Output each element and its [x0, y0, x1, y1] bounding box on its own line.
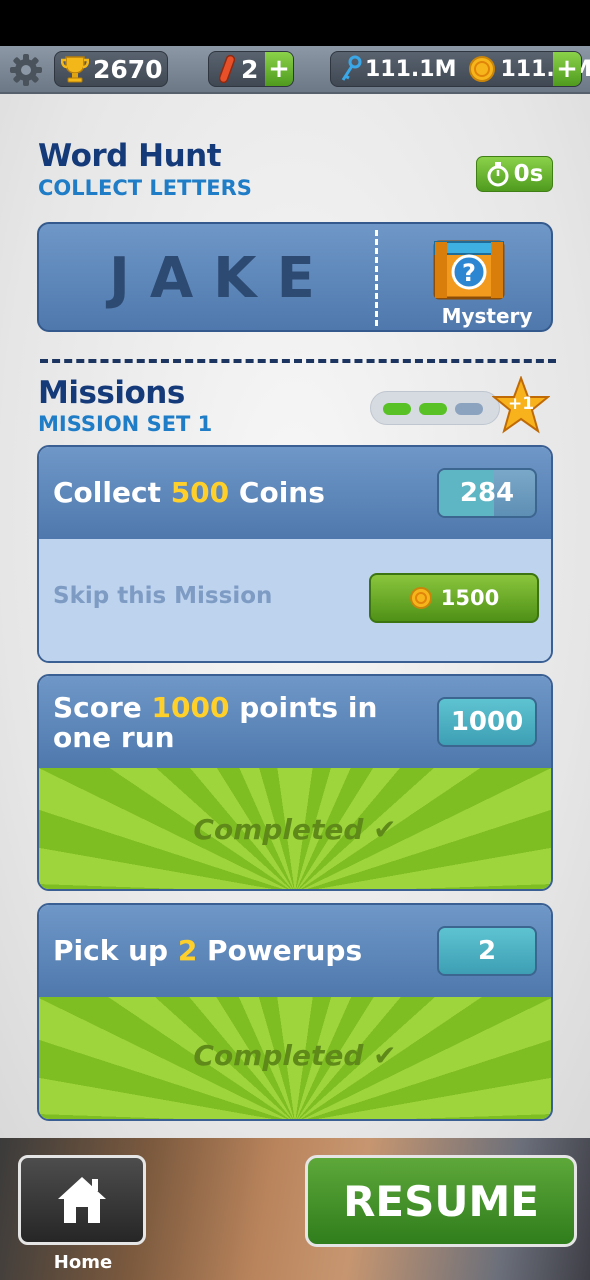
add-currency-button[interactable]: + [553, 52, 581, 86]
mission-text-2: Score 1000 points in one run [53, 691, 378, 754]
mystery-reward-label: Mystery [441, 304, 533, 328]
home-icon [58, 1177, 106, 1223]
key-icon [339, 55, 363, 83]
trophy-counter[interactable]: 2670 [54, 51, 168, 87]
mission-set-progress [370, 391, 500, 425]
mystery-box-icon[interactable]: ? [431, 232, 507, 306]
mission-text-3: Pick up 2 Powerups [53, 934, 363, 967]
key-count: 111.1M [365, 56, 457, 82]
word-hunt-timer: 0s [476, 156, 553, 192]
mission-header-3: Pick up 2 Powerups 2 [39, 905, 551, 997]
star-reward-icon: +1 [491, 375, 551, 434]
mission-card-1: Collect 500 Coins 284 Skip this Mission … [37, 445, 553, 663]
section-divider [40, 359, 556, 363]
hoverboard-count: 2 [241, 54, 259, 84]
mission-skip-area: Skip this Mission 1500 [39, 539, 551, 661]
skip-cost: 1500 [440, 586, 500, 610]
home-button[interactable] [18, 1155, 146, 1245]
mission-count-3: 2 [437, 926, 537, 976]
status-bar [0, 0, 590, 46]
missions-subtitle: MISSION SET 1 [38, 412, 213, 436]
trophy-count: 2670 [93, 54, 163, 84]
hoverboard-icon [219, 54, 235, 84]
mission-card-3: Pick up 2 Powerups 2 Completed ✔ [37, 903, 553, 1121]
mission-completed-area-3: Completed ✔ [39, 997, 551, 1119]
coin-icon [409, 587, 432, 609]
mission-text-1: Collect 500 Coins [53, 476, 325, 509]
word-hunt-card: JAKE ? Mystery [37, 222, 553, 332]
mission-count-2: 1000 [437, 697, 537, 747]
skip-mission-button[interactable]: 1500 [369, 573, 539, 623]
word-card-divider [375, 230, 378, 326]
mission-completed-area-2: Completed ✔ [39, 768, 551, 889]
add-hoverboards-button[interactable]: + [265, 52, 293, 86]
progress-segment-1 [383, 403, 411, 415]
word-letters: JAKE [109, 246, 335, 311]
settings-gear-icon[interactable] [8, 52, 44, 88]
coin-icon [468, 55, 496, 83]
home-label: Home [53, 1252, 113, 1273]
mission-count-1: 284 [437, 468, 537, 518]
mission-status-2: Completed ✔ [193, 813, 397, 846]
word-hunt-subtitle: COLLECT LETTERS [38, 176, 252, 200]
timer-value: 0s [513, 161, 544, 187]
mission-status-3: Completed ✔ [193, 1039, 397, 1072]
progress-segment-2 [419, 403, 447, 415]
progress-segment-3 [455, 403, 483, 415]
svg-text:?: ? [462, 259, 476, 287]
hoverboard-counter[interactable]: 2 + [208, 51, 294, 87]
star-reward-label: +1 [507, 394, 535, 414]
skip-mission-label: Skip this Mission [53, 583, 273, 609]
currency-counter[interactable]: 111.1M 111.1M + [330, 51, 590, 87]
mission-card-2: Score 1000 points in one run 1000 Comple… [37, 674, 553, 891]
word-hunt-title: Word Hunt [38, 138, 222, 174]
stopwatch-icon [486, 161, 510, 187]
resume-button[interactable]: RESUME [305, 1155, 577, 1247]
trophy-icon [61, 54, 89, 84]
mission-header-2: Score 1000 points in one run 1000 [39, 676, 551, 768]
missions-title: Missions [38, 375, 185, 411]
top-hud: 2670 2 + 111.1M 111.1M + [0, 46, 590, 94]
mission-header-1: Collect 500 Coins 284 [39, 447, 551, 539]
